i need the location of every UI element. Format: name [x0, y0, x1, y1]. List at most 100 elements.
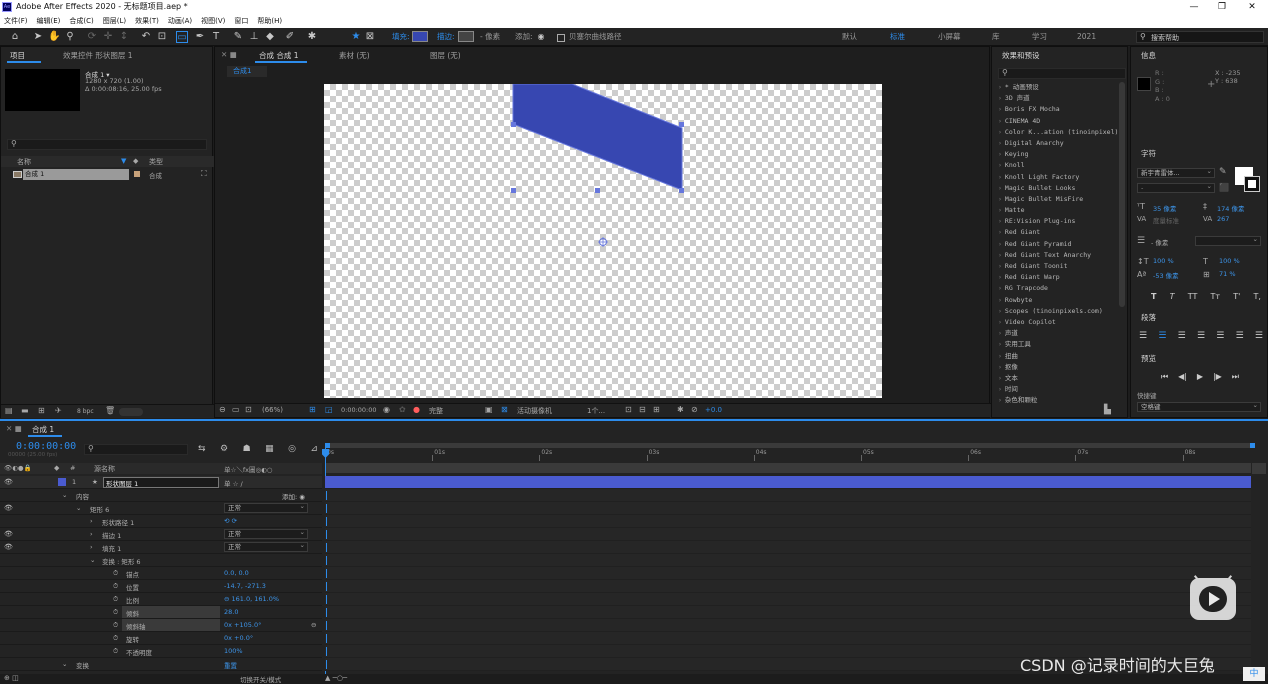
roi-icon[interactable]: ◲ — [325, 405, 333, 414]
effects-list-item[interactable]: 文本 — [992, 373, 1118, 384]
col-type[interactable]: 类型 — [149, 157, 163, 167]
timeline-track[interactable] — [325, 619, 1251, 632]
property-value[interactable]: 0x +105.0° — [224, 621, 261, 629]
add-menu-icon[interactable]: ◉ — [535, 31, 547, 43]
timeline-track[interactable] — [325, 541, 1251, 554]
effects-list-item[interactable]: Scopes (tinoinpixels.com) — [992, 306, 1118, 317]
property-row[interactable]: ⏱ 旋转 0x +0.0° — [0, 632, 322, 645]
font-size-value[interactable]: 35 像素 — [1153, 203, 1176, 213]
timeline-track[interactable] — [325, 567, 1251, 580]
shortcut-select[interactable]: 空格键 — [1137, 401, 1261, 412]
eraser-tool-icon[interactable]: ◆ — [264, 31, 276, 43]
delete-icon[interactable]: 🗑 — [105, 406, 115, 415]
puppet-tool-icon[interactable]: ✱ — [306, 31, 318, 43]
eyedropper-icon[interactable]: ✎ — [1219, 167, 1227, 177]
snapshot-icon[interactable]: ◉ — [383, 405, 390, 414]
quality-select[interactable]: 完整 — [429, 406, 443, 416]
timeline-end-nav[interactable] — [1252, 463, 1266, 474]
effects-list-item[interactable]: RE:Vision Plug-ins — [992, 216, 1118, 227]
timeline-track[interactable] — [325, 606, 1251, 619]
comp-viewer[interactable] — [324, 84, 882, 398]
menu-edit[interactable]: 编辑(E) — [37, 16, 61, 26]
keyframe-marker[interactable] — [326, 543, 327, 552]
timeline-tab[interactable]: 合成 1 — [32, 424, 54, 435]
settings-icon[interactable]: ✈ — [55, 406, 62, 415]
playhead-handle[interactable] — [322, 449, 329, 458]
eye-icon[interactable]: 👁 — [4, 543, 13, 551]
effects-list-item[interactable]: Knoll Light Factory — [992, 172, 1118, 183]
timeline-track[interactable] — [325, 515, 1251, 528]
subscript-button[interactable]: T, — [1254, 292, 1261, 301]
leading-value[interactable]: 174 像素 — [1217, 203, 1244, 213]
brush-tool-icon[interactable]: ✎ — [232, 31, 244, 43]
menu-help[interactable]: 帮助(H) — [257, 16, 282, 26]
timeline-track[interactable] — [325, 593, 1251, 606]
property-row[interactable]: ⏱ 锚点 0.0, 0.0 — [0, 567, 322, 580]
effects-list-item[interactable]: Video Copilot — [992, 317, 1118, 328]
effects-list-item[interactable]: RG Trapcode — [992, 283, 1118, 294]
justify-center-icon[interactable]: ☰ — [1216, 331, 1224, 341]
property-row[interactable]: ⏱ 倾斜轴 0x +105.0° ⊖ — [0, 619, 322, 632]
effects-list-item[interactable]: Red Giant Pyramid — [992, 239, 1118, 250]
menu-file[interactable]: 文件(F) — [4, 16, 28, 26]
reset-exposure-icon[interactable]: ✱ — [677, 405, 684, 414]
comp-mini-flowchart-icon[interactable]: ⇆ — [198, 444, 206, 454]
mask-icon[interactable]: ⊡ — [245, 405, 252, 414]
play-icon[interactable]: ▶ — [1197, 372, 1203, 382]
effects-list-item[interactable]: Magic Bullet Looks — [992, 183, 1118, 194]
stroke-width-value[interactable]: - 像素 — [1151, 237, 1168, 247]
clone-tool-icon[interactable]: ⊥ — [248, 31, 260, 43]
channel-icon[interactable]: ● — [413, 405, 420, 414]
baseline-value[interactable]: -53 像素 — [1153, 270, 1179, 280]
keyframe-marker[interactable] — [326, 621, 327, 630]
property-row[interactable]: ⌄ 变换 : 矩形 6 — [0, 554, 322, 567]
property-value[interactable]: 28.0 — [224, 608, 238, 616]
frame-blending-icon[interactable]: ▦ — [265, 444, 274, 454]
menu-composition[interactable]: 合成(C) — [69, 16, 93, 26]
menu-layer[interactable]: 图层(L) — [103, 16, 126, 26]
superscript-button[interactable]: T' — [1233, 292, 1240, 301]
effects-search-input[interactable]: ⚲ — [998, 68, 1126, 79]
timeline-track[interactable] — [325, 580, 1251, 593]
expand-arrow-icon[interactable]: › — [90, 530, 93, 538]
effects-list-item[interactable]: Rowbyte — [992, 295, 1118, 306]
display-icon[interactable]: ▭ — [232, 405, 240, 414]
horizontal-scale-value[interactable]: 100 % — [1219, 257, 1240, 265]
expand-arrow-icon[interactable]: ⌄ — [76, 504, 81, 512]
menu-effect[interactable]: 效果(T) — [135, 16, 159, 26]
tab-project[interactable]: 项目 — [10, 50, 25, 61]
stopwatch-icon[interactable]: ⏱ — [113, 608, 118, 617]
all-caps-button[interactable]: TT — [1188, 292, 1198, 301]
draft-3d-icon[interactable]: ⚙ — [220, 444, 228, 454]
blend-mode-select[interactable]: 正常 — [224, 541, 308, 552]
menu-animation[interactable]: 动画(A) — [168, 16, 192, 26]
exposure-icon[interactable]: ⊘ — [691, 405, 698, 414]
expand-arrow-icon[interactable]: › — [90, 543, 93, 551]
timeline-search-input[interactable]: ⚲ — [84, 444, 188, 455]
property-value[interactable]: ⊖ 161.0, 161.0% — [224, 595, 279, 603]
timecode[interactable]: 0:00:00:00 — [16, 441, 76, 452]
timeline-track[interactable] — [325, 489, 1251, 502]
new-folder-icon[interactable]: ▬ — [21, 406, 29, 415]
exposure-value[interactable]: +0.0 — [705, 406, 722, 414]
font-style-select[interactable]: - — [1137, 182, 1215, 193]
font-family-select[interactable]: 新宇青雷体... — [1137, 167, 1215, 178]
effects-list-item[interactable]: 3D 声道 — [992, 93, 1118, 104]
tab-footage[interactable]: 素材 (无) — [339, 50, 370, 61]
views-select[interactable]: 1个... — [587, 406, 605, 416]
time-ruler[interactable]: 0s 01s 02s 03s 04s 05s 06s 07s 08s — [325, 443, 1255, 473]
tab-layer[interactable]: 图层 (无) — [430, 50, 461, 61]
timeline-track[interactable] — [325, 554, 1251, 567]
property-row[interactable]: ⏱ 倾斜 28.0 — [0, 606, 322, 619]
effects-list-item[interactable]: Digital Anarchy — [992, 138, 1118, 149]
toggle-switches-modes[interactable]: 切换开关/模式 — [240, 674, 281, 684]
last-frame-icon[interactable]: ⏭ — [1232, 372, 1239, 382]
justify-left-icon[interactable]: ☰ — [1197, 331, 1205, 341]
timeline-track[interactable] — [325, 502, 1251, 515]
property-row[interactable]: › 形状路径 1 ⟲ ⟳ — [0, 515, 322, 528]
stopwatch-icon[interactable]: ⏱ — [113, 595, 118, 604]
layer-duration-bar[interactable] — [325, 476, 1251, 489]
stopwatch-icon[interactable]: ⏱ — [113, 634, 118, 643]
comp-subtab[interactable]: 合成1 — [227, 66, 267, 77]
effects-scrollbar[interactable] — [1119, 82, 1125, 307]
